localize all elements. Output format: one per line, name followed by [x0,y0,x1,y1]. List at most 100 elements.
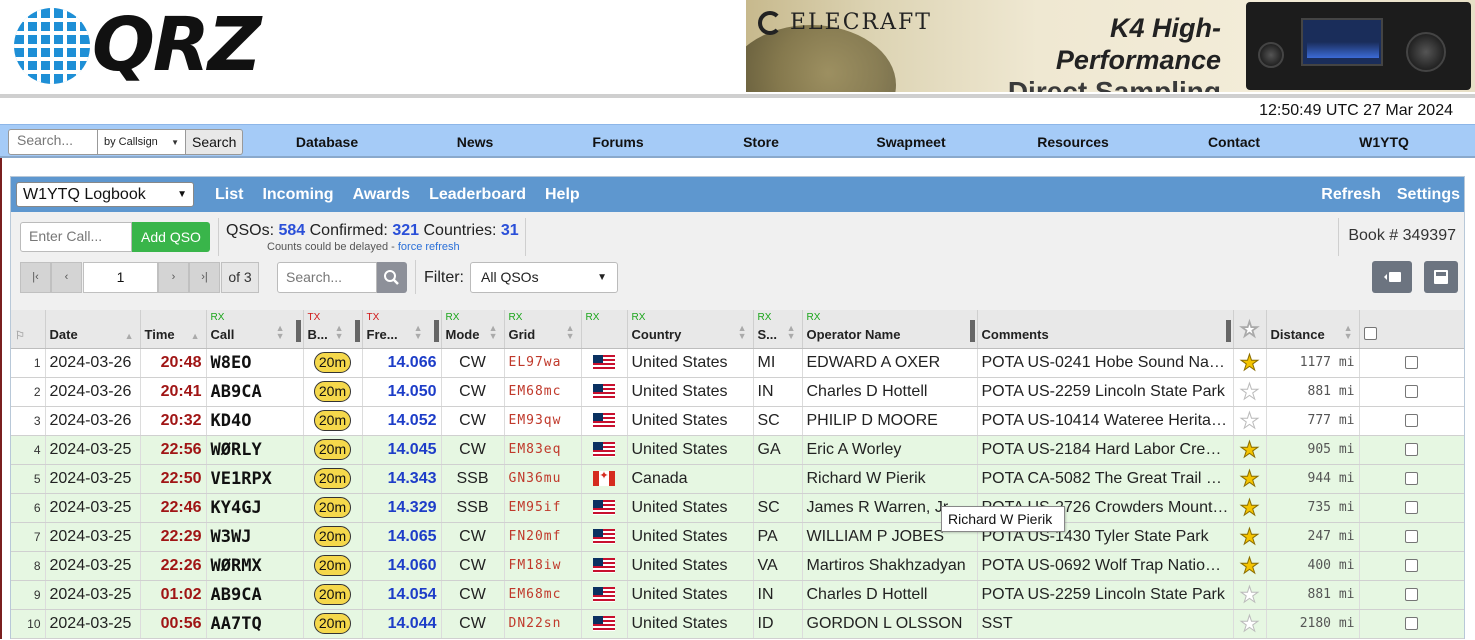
column-resize-handle[interactable] [969,319,975,342]
cell-select[interactable] [1359,522,1464,552]
col-comments[interactable]: Comments [977,310,1234,349]
cell-star[interactable]: ★ [1233,464,1267,494]
col-time[interactable]: Time ▲ [140,310,207,349]
add-qso-button[interactable]: Add QSO [132,222,210,252]
col-band[interactable]: TX B... ▲ ▼ [303,310,363,349]
page-input[interactable]: 1 [83,262,158,293]
star-icon[interactable]: ★ [1239,465,1260,491]
star-icon[interactable]: ★ [1239,407,1260,433]
cell-call[interactable]: KD4O [206,406,304,436]
table-row[interactable]: 8 2024-03-25 22:26 WØRMX 20m 14.060 CW FM18iw Un… [11,551,1464,581]
star-icon[interactable]: ★ [1239,378,1260,404]
nav-swapmeet[interactable]: Swapmeet [832,125,990,159]
cell-call[interactable]: AA7TQ [206,609,304,639]
refresh-button[interactable]: Refresh [1321,177,1381,212]
menu-leaderboard[interactable]: Leaderboard [429,177,526,212]
cell-select[interactable] [1359,406,1464,436]
cell-star[interactable]: ★ [1233,522,1267,552]
table-row[interactable]: 6 2024-03-25 22:46 KY4GJ 20m 14.329 SSB EM95if U… [11,493,1464,523]
cell-call[interactable]: KY4GJ [206,493,304,523]
cell-call[interactable]: VE1RPX [206,464,304,494]
cell-star[interactable]: ★ [1233,406,1267,436]
col-distance[interactable]: Distance ▲ ▼ [1266,310,1360,349]
cell-call[interactable]: AB9CA [206,377,304,407]
column-resize-handle[interactable] [1225,319,1231,342]
open-folder-button[interactable] [1372,261,1412,293]
star-icon[interactable]: ★ [1239,523,1260,549]
nav-database[interactable]: Database [250,125,404,159]
enter-call-input[interactable]: Enter Call... [20,222,132,252]
column-resize-handle[interactable] [295,319,301,342]
nav-forums[interactable]: Forums [546,125,690,159]
cell-select[interactable] [1359,609,1464,639]
star-icon[interactable]: ★ [1239,581,1260,607]
col-freq[interactable]: TX Fre... ▲ ▼ [362,310,442,349]
row-checkbox[interactable] [1405,529,1418,543]
menu-awards[interactable]: Awards [353,177,411,212]
cell-call[interactable]: W8EO [206,348,304,378]
search-by-select[interactable]: by Callsign ▼ [98,129,186,155]
nav-contact[interactable]: Contact [1156,125,1312,159]
cell-select[interactable] [1359,551,1464,581]
cell-call[interactable]: WØRMX [206,551,304,581]
first-page-button[interactable]: |‹ [20,262,51,293]
filter-select[interactable]: All QSOs ▼ [470,262,618,293]
col-country[interactable]: RX Country ▲ ▼ [627,310,754,349]
table-row[interactable]: 2 2024-03-26 20:41 AB9CA 20m 14.050 CW EM68mc Un… [11,377,1464,407]
table-search-button[interactable] [377,262,407,293]
column-resize-handle[interactable] [433,319,439,342]
cell-star[interactable]: ★ [1233,609,1267,639]
force-refresh-link[interactable]: force refresh [398,241,460,253]
cell-call[interactable]: W3WJ [206,522,304,552]
table-row[interactable]: 7 2024-03-25 22:29 W3WJ 20m 14.065 CW FN20mf Uni… [11,522,1464,552]
row-checkbox[interactable] [1405,384,1418,398]
select-all-checkbox[interactable] [1363,326,1377,340]
elecraft-ad-banner[interactable]: ELECRAFT K4 High-Performance Direct Samp… [746,0,1475,92]
search-input[interactable]: Search... [8,129,98,155]
settings-button[interactable]: Settings [1397,177,1460,212]
row-checkbox[interactable] [1405,558,1418,572]
nav-resources[interactable]: Resources [990,125,1156,159]
table-row[interactable]: 10 2024-03-25 00:56 AA7TQ 20m 14.044 CW DN22sn U… [11,609,1464,639]
cell-star[interactable]: ★ [1233,493,1267,523]
cell-star[interactable]: ★ [1233,435,1267,465]
cell-star[interactable]: ★ [1233,377,1267,407]
next-page-button[interactable]: › [158,262,189,293]
cell-select[interactable] [1359,348,1464,378]
table-search-input[interactable]: Search... [277,262,377,293]
last-page-button[interactable]: ›| [189,262,220,293]
table-row[interactable]: 4 2024-03-25 22:56 WØRLY 20m 14.045 CW EM83eq Un… [11,435,1464,465]
table-row[interactable]: 5 2024-03-25 22:50 VE1RPX 20m 14.343 SSB GN36mu… [11,464,1464,494]
row-checkbox[interactable] [1405,355,1418,369]
search-button[interactable]: Search [186,129,244,155]
table-row[interactable]: 9 2024-03-25 01:02 AB9CA 20m 14.054 CW EM68mc Un… [11,580,1464,610]
row-checkbox[interactable] [1405,616,1418,630]
star-icon[interactable]: ★ [1239,436,1260,462]
menu-help[interactable]: Help [545,177,580,212]
col-operator[interactable]: RX Operator Name [802,310,978,349]
col-grid[interactable]: RX Grid ▲ ▼ [504,310,582,349]
row-checkbox[interactable] [1405,442,1418,456]
row-checkbox[interactable] [1405,471,1418,485]
cell-select[interactable] [1359,493,1464,523]
logbook-select[interactable]: W1YTQ Logbook ▼ [16,182,194,207]
nav-account[interactable]: W1YTQ [1312,125,1456,159]
menu-incoming[interactable]: Incoming [262,177,333,212]
col-select-all[interactable] [1359,310,1464,349]
column-resize-handle[interactable] [354,319,360,342]
col-call[interactable]: RX Call ▲ ▼ [206,310,304,349]
menu-list[interactable]: List [215,177,243,212]
row-checkbox[interactable] [1405,500,1418,514]
nav-store[interactable]: Store [690,125,832,159]
cell-call[interactable]: WØRLY [206,435,304,465]
row-checkbox[interactable] [1405,413,1418,427]
cell-star[interactable]: ★ [1233,580,1267,610]
star-icon[interactable]: ★ [1239,494,1260,520]
col-date[interactable]: Date ▲ [45,310,141,349]
table-row[interactable]: 3 2024-03-26 20:32 KD4O 20m 14.052 CW EM93qw Uni… [11,406,1464,436]
cell-select[interactable] [1359,580,1464,610]
table-row[interactable]: 1 2024-03-26 20:48 W8EO 20m 14.066 CW EL97wa Uni… [11,348,1464,378]
nav-news[interactable]: News [404,125,546,159]
col-mode[interactable]: RX Mode ▲ ▼ [441,310,505,349]
star-icon[interactable]: ★ [1239,610,1260,636]
